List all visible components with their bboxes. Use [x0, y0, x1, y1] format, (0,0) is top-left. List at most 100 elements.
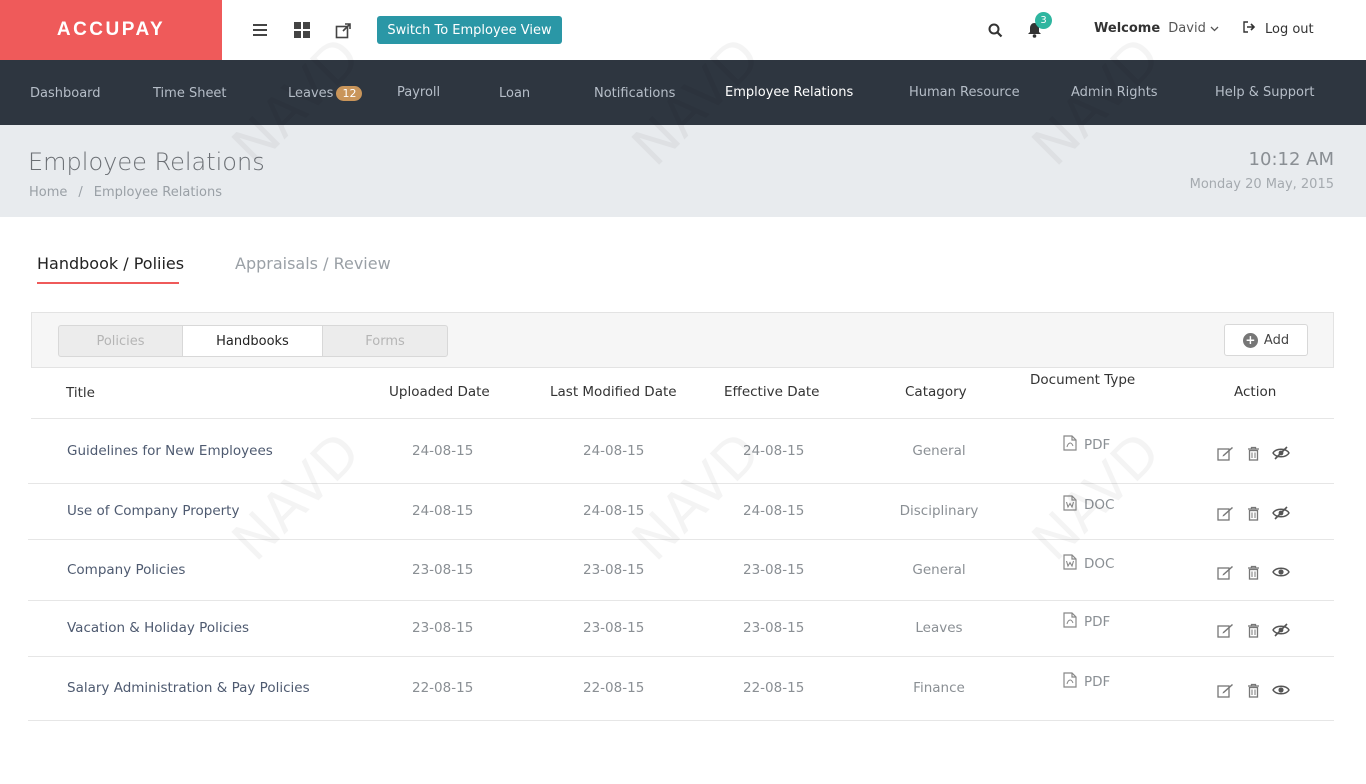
switch-to-employee-view-button[interactable]: Switch To Employee View — [377, 16, 562, 44]
logout-label: Log out — [1265, 21, 1314, 37]
user-name: David — [1168, 21, 1206, 36]
nav-item-label: Help & Support — [1215, 85, 1315, 100]
sign-out-icon — [1243, 21, 1256, 37]
external-link-icon[interactable] — [333, 20, 353, 40]
nav-item-employee-relations[interactable]: Employee Relations — [725, 85, 853, 100]
top-bar: ACCUPAY Switch To Employee View 3 Welcom… — [0, 0, 1366, 60]
edit-icon[interactable] — [1216, 444, 1234, 462]
row-actions — [1216, 504, 1290, 522]
nav-item-notifications[interactable]: Notifications — [594, 86, 675, 101]
nav-item-leaves[interactable]: Leaves 12 — [288, 86, 363, 101]
welcome-label: Welcome — [1094, 21, 1161, 36]
logo[interactable]: ACCUPAY — [0, 0, 222, 60]
pdf-file-icon — [1063, 435, 1077, 455]
nav-item-label: Employee Relations — [725, 85, 854, 100]
search-icon[interactable] — [985, 20, 1005, 40]
document-type-label: PDF — [1084, 437, 1111, 453]
trash-icon[interactable] — [1244, 621, 1262, 639]
edit-icon[interactable] — [1216, 621, 1234, 639]
trash-icon[interactable] — [1244, 681, 1262, 699]
menu-icon[interactable] — [250, 20, 270, 40]
trash-icon[interactable] — [1244, 504, 1262, 522]
nav-item-label: Admin Rights — [1071, 85, 1158, 100]
word-file-icon — [1063, 554, 1077, 574]
trash-icon[interactable] — [1244, 563, 1262, 581]
nav-item-admin-rights[interactable]: Admin Rights — [1071, 85, 1158, 100]
eye-icon[interactable] — [1272, 563, 1290, 581]
category: General — [912, 562, 966, 578]
add-label: Add — [1263, 332, 1290, 348]
welcome-area: Welcome David — [1094, 21, 1219, 36]
table-header: Title Uploaded Date Last Modified Date E… — [31, 368, 1334, 419]
eye-icon[interactable] — [1272, 681, 1290, 699]
nav-item-label: Loan — [499, 86, 531, 101]
table-row: Company Policies 23-08-15 23-08-15 23-08-15… — [28, 540, 1334, 601]
grid-icon[interactable] — [292, 20, 312, 40]
breadcrumb-separator: / — [78, 185, 83, 200]
trash-icon[interactable] — [1244, 444, 1262, 462]
column-document-type[interactable]: Document Type — [1030, 372, 1135, 388]
nav-item-human-resource[interactable]: Human Resource — [909, 85, 1020, 100]
document-type[interactable]: PDF — [1063, 435, 1110, 455]
document-type[interactable]: DOC — [1063, 495, 1114, 515]
nav-item-label: Human Resource — [909, 85, 1020, 100]
table-row: Guidelines for New Employees 24-08-15 24-0… — [28, 419, 1334, 484]
row-actions — [1216, 681, 1290, 699]
breadcrumb-current: Employee Relations — [93, 185, 222, 200]
row-actions — [1216, 444, 1290, 462]
nav-item-help-support[interactable]: Help & Support — [1215, 85, 1314, 100]
nav-item-payroll[interactable]: Payroll — [397, 85, 440, 100]
nav-item-label: Notifications — [594, 86, 676, 101]
chevron-down-icon — [1210, 21, 1219, 36]
current-date: Monday 20 May, 2015 — [1189, 177, 1334, 192]
nav-item-time-sheet[interactable]: Time Sheet — [153, 86, 227, 101]
row-actions — [1216, 563, 1290, 581]
current-time: 10:12 AM — [1248, 149, 1334, 170]
tab-appraisals-review[interactable]: Appraisals / Review — [235, 254, 391, 273]
breadcrumb: Home / Employee Relations — [29, 185, 222, 200]
leaves-count-badge: 12 — [336, 86, 363, 101]
word-file-icon — [1063, 495, 1077, 515]
column-category[interactable]: Catagory — [905, 384, 967, 400]
edit-icon[interactable] — [1216, 504, 1234, 522]
column-uploaded-date[interactable]: Uploaded Date — [389, 384, 490, 400]
column-effective-date[interactable]: Effective Date — [724, 384, 819, 400]
document-type[interactable]: PDF — [1063, 612, 1110, 632]
column-last-modified-date[interactable]: Last Modified Date — [550, 384, 677, 400]
segment-forms[interactable]: Forms — [322, 325, 448, 357]
column-action: Action — [1234, 384, 1277, 400]
nav-item-label: Payroll — [397, 85, 441, 100]
logout-button[interactable]: Log out — [1243, 21, 1314, 37]
document-type-label: PDF — [1084, 614, 1111, 630]
eye-off-icon[interactable] — [1272, 504, 1290, 522]
breadcrumb-home[interactable]: Home — [29, 185, 67, 200]
document-type[interactable]: PDF — [1063, 672, 1110, 692]
segment-policies[interactable]: Policies — [58, 325, 183, 357]
eye-off-icon[interactable] — [1272, 621, 1290, 639]
document-type-label: DOC — [1084, 556, 1115, 572]
page-title: Employee Relations — [28, 148, 265, 176]
document-type[interactable]: DOC — [1063, 554, 1114, 574]
pdf-file-icon — [1063, 612, 1077, 632]
category: Disciplinary — [899, 503, 979, 519]
table-row: Vacation & Holiday Policies 23-08-15 23-08… — [28, 601, 1334, 657]
nav-item-label: Leaves — [288, 86, 334, 101]
user-menu[interactable]: David — [1168, 21, 1219, 36]
active-tab-indicator — [37, 282, 179, 284]
row-actions — [1216, 621, 1290, 639]
edit-icon[interactable] — [1216, 681, 1234, 699]
segment-handbooks[interactable]: Handbooks — [182, 325, 323, 357]
eye-off-icon[interactable] — [1272, 444, 1290, 462]
edit-icon[interactable] — [1216, 563, 1234, 581]
document-type-label: DOC — [1084, 497, 1115, 513]
nav-item-label: Time Sheet — [153, 86, 227, 101]
nav-item-dashboard[interactable]: Dashboard — [30, 86, 101, 101]
page-header: Employee Relations Home / Employee Relatio… — [0, 125, 1366, 217]
nav-item-label: Dashboard — [30, 86, 101, 101]
add-button[interactable]: + Add — [1224, 324, 1308, 356]
tab-handbook-policies[interactable]: Handbook / Poliies — [37, 254, 184, 273]
table-row: Use of Company Property 24-08-15 24-08-15 2… — [28, 484, 1334, 540]
nav-item-loan[interactable]: Loan — [499, 86, 530, 101]
column-title[interactable]: Title — [66, 385, 95, 401]
notification-count-badge: 3 — [1035, 12, 1052, 29]
